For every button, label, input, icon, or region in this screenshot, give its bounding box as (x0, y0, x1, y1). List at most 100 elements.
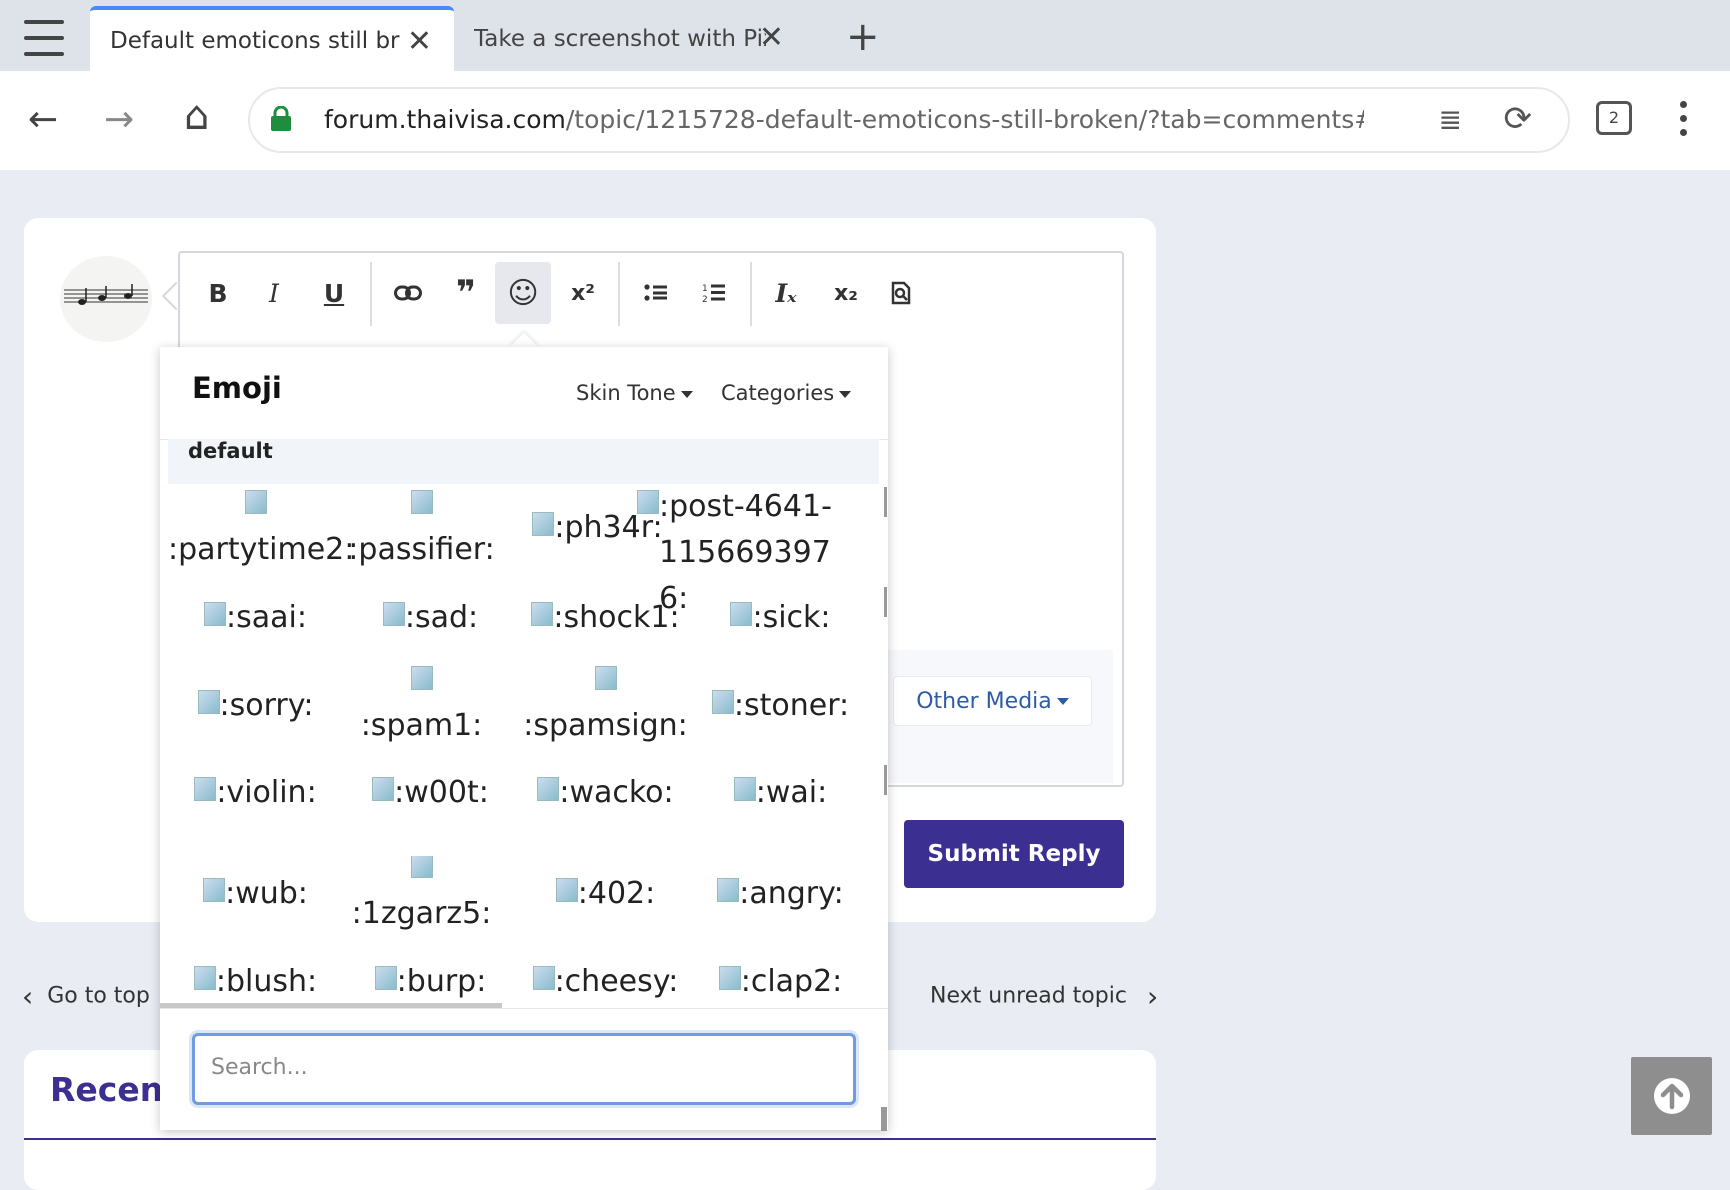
superscript-button[interactable]: x² (555, 262, 611, 324)
bullet-list-icon (644, 284, 667, 301)
numbered-list-button[interactable]: 12 (686, 262, 742, 324)
home-icon[interactable]: ⌂ (184, 93, 209, 139)
broken-image-icon (555, 878, 578, 902)
broken-image-icon (537, 777, 560, 801)
category-header (168, 439, 879, 484)
subscript-button[interactable]: x₂ (818, 262, 874, 324)
close-tab-icon[interactable]: ✕ (407, 24, 432, 59)
back-icon[interactable]: ← (28, 99, 58, 140)
categories-dropdown[interactable]: Categories (721, 381, 852, 405)
emoji-item[interactable]: :clap2: (693, 960, 868, 1003)
broken-image-icon (382, 602, 405, 626)
quote-button[interactable]: ❞ (438, 262, 494, 324)
emoji-item[interactable]: :402: (518, 872, 693, 916)
chevron-right-icon: › (1146, 980, 1159, 1013)
tab-active[interactable]: Default emoticons still broken ✕ (90, 6, 454, 71)
tab-count-icon[interactable]: 2 (1596, 101, 1632, 135)
emoji-item[interactable]: :spamsign: (518, 660, 693, 748)
broken-image-icon (193, 966, 216, 990)
preview-button[interactable] (874, 262, 930, 324)
emoji-item[interactable]: :spam1: (334, 660, 509, 748)
new-tab-icon[interactable]: + (846, 14, 880, 60)
other-media-label: Other Media (916, 688, 1052, 714)
emoji-grid-lower: :wub: :1zgarz5: :402: :angry: :blush: :b… (168, 856, 868, 1003)
broken-image-icon (531, 602, 554, 626)
next-unread-topic-link[interactable]: Next unread topic › (930, 980, 1158, 1013)
vertical-scrollbar[interactable] (881, 487, 887, 1131)
remove-format-button[interactable]: Iₓ (758, 262, 814, 324)
emoji-panel-title: Emoji (192, 371, 282, 405)
toolbar-separator (370, 262, 372, 326)
tab-title: Default emoticons still broken (110, 27, 400, 54)
tab-title: Take a screenshot with Pixel (474, 25, 766, 52)
emoji-item[interactable]: :wai: (693, 771, 868, 815)
emoji-item[interactable]: :sorry: (168, 684, 343, 728)
emoji-item[interactable]: :violin: (168, 771, 343, 815)
emoji-item[interactable]: :blush: (168, 960, 343, 1003)
emoji-item[interactable]: :passifier: (334, 484, 509, 572)
close-tab-icon[interactable]: ✕ (759, 20, 784, 55)
tab-inactive[interactable]: Take a screenshot with Pixel ✕ (470, 6, 810, 71)
scroll-to-top-button[interactable] (1631, 1057, 1712, 1135)
emoji-item[interactable]: :wacko: (518, 771, 693, 815)
caret-down-icon (839, 390, 852, 398)
url-text[interactable]: forum.thaivisa.com/topic/1215728-default… (324, 105, 1364, 134)
broken-image-icon (244, 490, 267, 514)
skin-tone-dropdown[interactable]: Skin Tone (576, 381, 693, 405)
emoji-item[interactable]: :wub: (168, 872, 343, 916)
bullet-list-button[interactable] (628, 262, 684, 324)
broken-image-icon (197, 690, 220, 714)
broken-image-icon (410, 856, 433, 878)
italic-button[interactable]: I (246, 262, 302, 324)
bold-button[interactable]: B (190, 262, 246, 324)
emoji-item[interactable]: :shock1: (518, 596, 693, 640)
broken-image-icon (594, 666, 617, 690)
broken-image-icon (410, 490, 433, 514)
emoji-item[interactable]: :sad: (343, 596, 518, 640)
svg-text:2: 2 (702, 295, 708, 304)
emoji-item[interactable]: :w00t: (343, 771, 518, 815)
emoji-item[interactable]: :burp: (343, 960, 518, 1003)
categories-label: Categories (721, 381, 835, 405)
numbered-list-icon: 12 (702, 284, 725, 304)
emoji-item[interactable]: :cheesy: (518, 960, 693, 1003)
broken-image-icon (730, 602, 753, 626)
emoji-search-box[interactable] (192, 1033, 856, 1105)
emoji-button[interactable]: ☺ (495, 262, 551, 324)
chevron-left-icon: ‹ (22, 980, 34, 1013)
broken-image-icon (532, 512, 555, 536)
broken-image-icon (194, 777, 217, 801)
broken-image-icon (532, 966, 555, 990)
link-button[interactable] (380, 262, 436, 324)
hamburger-menu-icon[interactable] (24, 20, 64, 56)
other-media-dropdown[interactable]: Other Media (893, 676, 1092, 726)
browser-toolbar: ← → ⌂ forum.thaivisa.com/topic/1215728-d… (0, 71, 1730, 170)
broken-image-icon (203, 878, 226, 902)
tab-strip: Default emoticons still broken ✕ Take a … (0, 0, 1730, 71)
avatar[interactable] (60, 256, 152, 342)
toolbar-separator (618, 262, 620, 326)
underline-button[interactable]: U (306, 262, 362, 324)
emoji-item[interactable]: :1zgarz5: (334, 856, 509, 936)
more-options-icon[interactable] (1680, 101, 1688, 136)
address-bar[interactable]: forum.thaivisa.com/topic/1215728-default… (248, 87, 1570, 153)
emoji-item[interactable]: :angry: (693, 872, 868, 916)
reload-icon[interactable]: ⟳ (1504, 99, 1533, 139)
link-icon (394, 285, 422, 301)
emoji-item[interactable]: :partytime2: (168, 484, 354, 572)
forward-icon[interactable]: → (104, 99, 134, 140)
caret-down-icon (1056, 697, 1069, 705)
emoji-panel: Emoji Skin Tone Categories default :part… (160, 347, 888, 1131)
emoji-item[interactable]: :stoner: (693, 684, 868, 728)
emoji-item[interactable]: :sick: (693, 596, 868, 640)
reader-mode-icon[interactable]: ≣ (1439, 103, 1462, 136)
emoji-grid: :partytime2: :passifier: :ph34r: :post-4… (168, 484, 868, 856)
broken-image-icon (718, 966, 741, 990)
arrow-up-circle-icon (1653, 1078, 1690, 1114)
go-to-top-link[interactable]: ‹ Go to top (22, 980, 150, 1013)
broken-image-icon (733, 777, 756, 801)
emoji-item[interactable]: :saai: (168, 596, 343, 640)
broken-image-icon (204, 602, 227, 626)
emoji-search-input[interactable] (209, 1036, 833, 1098)
submit-reply-button[interactable]: Submit Reply (904, 820, 1124, 888)
